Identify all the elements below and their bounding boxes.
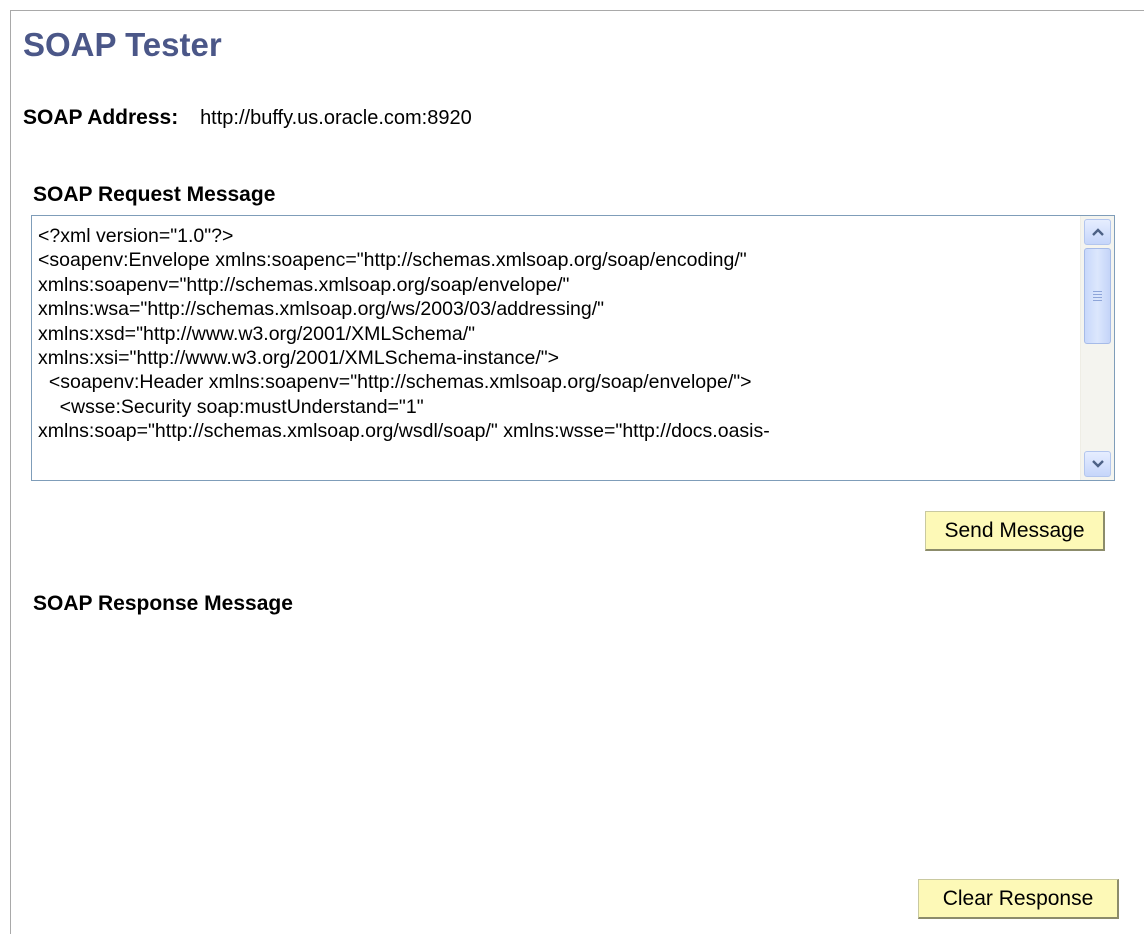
soap-address-row: SOAP Address: http://buffy.us.oracle.com…	[23, 106, 472, 130]
send-message-button[interactable]: Send Message	[925, 511, 1105, 551]
request-message-textarea[interactable]: <?xml version="1.0"?> <soapenv:Envelope x…	[31, 215, 1115, 481]
request-line: <soapenv:Envelope xmlns:soapenc="http://…	[38, 249, 747, 272]
soap-address-value: http://buffy.us.oracle.com:8920	[200, 107, 472, 129]
soap-address-label: SOAP Address:	[23, 106, 179, 129]
request-line: <wsse:Security soap:mustUnderstand="1"	[38, 395, 424, 418]
scroll-thumb[interactable]	[1084, 248, 1111, 344]
request-line: xmlns:wsa="http://schemas.xmlsoap.org/ws…	[38, 298, 605, 321]
response-message-label: SOAP Response Message	[33, 592, 293, 615]
request-line: xmlns:soapenv="http://schemas.xmlsoap.or…	[38, 273, 570, 296]
scroll-grip-icon	[1093, 291, 1102, 303]
request-line: <soapenv:Header xmlns:soapenv="http://sc…	[38, 371, 752, 394]
request-line: <?xml version="1.0"?>	[38, 225, 234, 247]
request-line: xmlns:xsd="http://www.w3.org/2001/XMLSch…	[38, 322, 476, 345]
request-scrollbar[interactable]	[1080, 216, 1114, 480]
request-message-text[interactable]: <?xml version="1.0"?> <soapenv:Envelope x…	[38, 224, 1078, 444]
request-message-label: SOAP Request Message	[33, 183, 276, 206]
request-line: xmlns:soap="http://schemas.xmlsoap.org/w…	[38, 420, 770, 443]
response-message-body	[33, 630, 1113, 860]
chevron-up-icon	[1092, 228, 1104, 236]
page-title: SOAP Tester	[23, 26, 222, 63]
request-line: xmlns:xsi="http://www.w3.org/2001/XMLSch…	[38, 347, 560, 370]
chevron-down-icon	[1092, 460, 1104, 468]
scroll-down-button[interactable]	[1084, 451, 1111, 477]
clear-response-button[interactable]: Clear Response	[918, 879, 1119, 919]
scroll-up-button[interactable]	[1084, 219, 1111, 245]
